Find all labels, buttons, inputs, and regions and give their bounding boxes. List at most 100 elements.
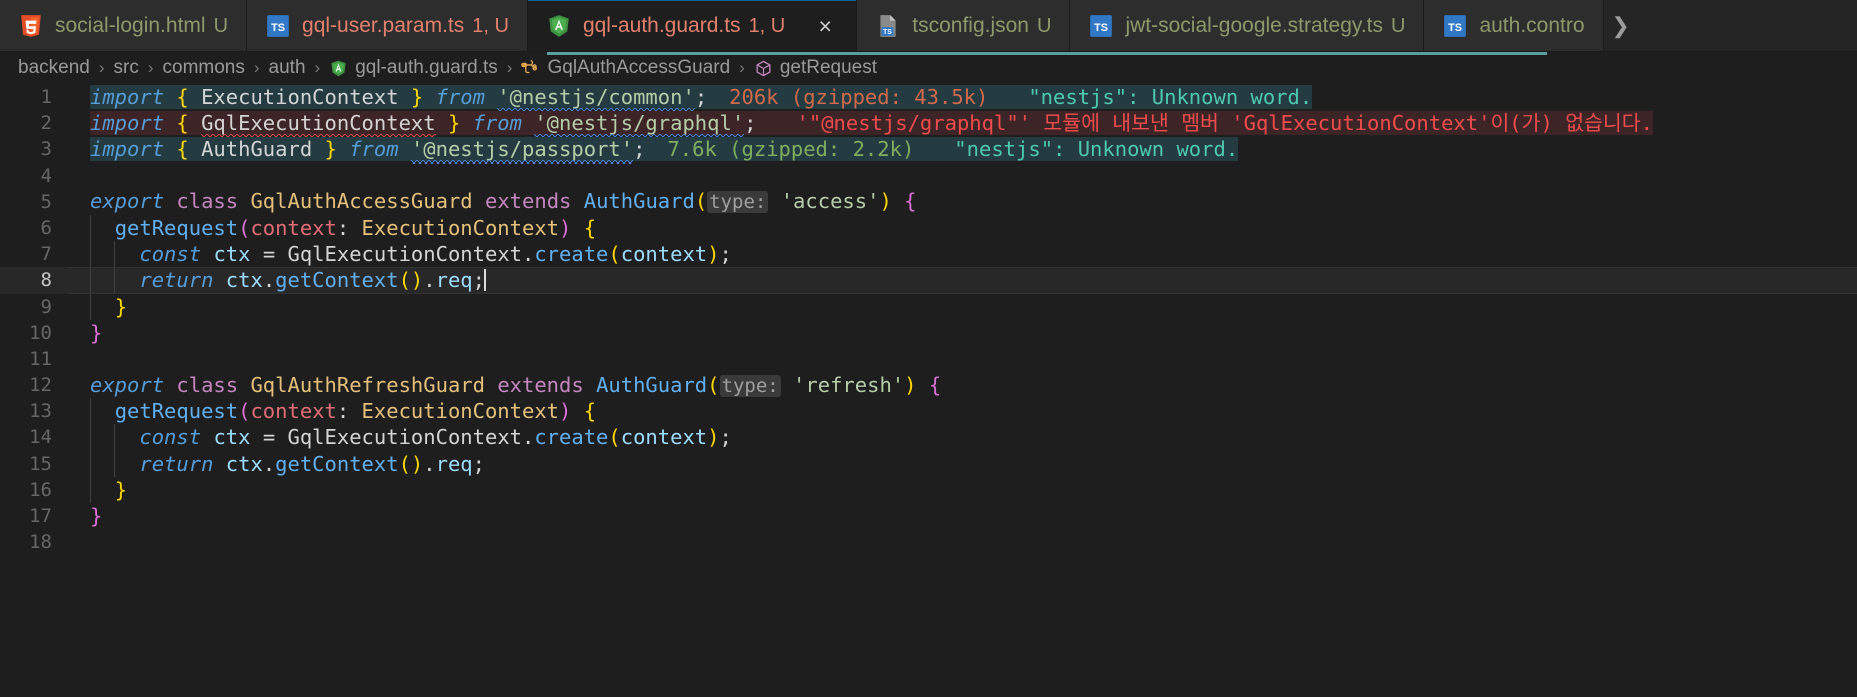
token-class: class (176, 189, 239, 214)
token-paren-open: ( (608, 242, 621, 267)
close-icon[interactable]: × (812, 13, 838, 39)
inlay-hint-bundle-size-line1[interactable]: 206k (gzipped: 43.5k) (729, 85, 988, 109)
tsconfig-icon: TS (880, 15, 896, 37)
token-paren-open: ( (694, 189, 708, 214)
inlay-hint-bundle-size-line3[interactable]: 7.6k (gzipped: 2.2k) (667, 137, 914, 161)
tab-gql-auth-guard-ts[interactable]: gql-auth.guard.ts 1, U × (527, 0, 858, 51)
tab-badge: 1, U (472, 15, 509, 37)
token-extends: extends (497, 372, 584, 397)
code-line-16[interactable]: 16 } (0, 476, 1857, 504)
svg-text:TS: TS (1449, 22, 1463, 34)
token-semicolon: ; (694, 85, 708, 109)
code-line-11[interactable]: 11 (0, 346, 1857, 372)
code-line-3[interactable]: 3 import { AuthGuard } from '@nestjs/pas… (0, 136, 1857, 162)
code-content: return ctx.getContext().req; (68, 267, 1857, 294)
code-content: getRequest(context: ExecutionContext) { (68, 398, 1857, 425)
code-content: import { AuthGuard } from '@nestjs/passp… (68, 136, 1857, 162)
token-const: const (139, 242, 202, 267)
inlay-hint-spellcheck-line1[interactable]: "nestjs": Unknown word. (1028, 85, 1312, 109)
code-line-9[interactable]: 9 } (0, 293, 1857, 320)
tab-badge: U (1391, 15, 1406, 37)
breadcrumb-item-src[interactable]: src (114, 57, 139, 79)
code-line-6[interactable]: 6 getRequest(context: ExecutionContext) … (0, 214, 1857, 242)
token-brace-open: { (583, 215, 597, 240)
typescript-icon: TS (1444, 15, 1467, 37)
chevron-right-icon[interactable]: ❯ (1604, 0, 1638, 51)
breadcrumb-separator: › (147, 58, 154, 77)
code-line-12[interactable]: 12 export class GqlAuthRefreshGuard exte… (0, 372, 1857, 398)
line-number: 8 (40, 269, 52, 292)
inlay-hint-param-type[interactable]: type: (707, 191, 769, 214)
html5-icon (21, 15, 41, 37)
breadcrumb-item-commons[interactable]: commons (163, 57, 245, 79)
token-import: import (90, 111, 165, 136)
code-line-1[interactable]: 1 import { ExecutionContext } from '@nes… (0, 84, 1857, 110)
token-from: from (435, 85, 485, 109)
token-paren-close: ) (559, 399, 572, 424)
angular-icon (331, 60, 346, 76)
code-content: const ctx = GqlExecutionContext.create(c… (68, 424, 1857, 451)
token-colon: : (336, 215, 350, 240)
token-dot: . (522, 425, 535, 450)
code-line-13[interactable]: 13 getRequest(context: ExecutionContext)… (0, 398, 1857, 425)
tab-badge: U (1036, 15, 1052, 37)
line-number: 14 (29, 426, 52, 449)
tab-label: gql-user.param.ts (302, 14, 465, 37)
token-paren-open: ( (608, 425, 621, 450)
tab-social-login-html[interactable]: social-login.html U (0, 0, 248, 51)
breadcrumb-item-file[interactable]: gql-auth.guard.ts (329, 57, 498, 79)
method-icon (756, 60, 771, 76)
inlay-hint-param-type[interactable]: type: (719, 374, 781, 397)
typescript-icon: TS (267, 15, 289, 37)
code-line-7[interactable]: 7 const ctx = GqlExecutionContext.create… (0, 241, 1857, 268)
breadcrumb-item-method[interactable]: getRequest (754, 57, 877, 79)
tab-label: social-login.html (55, 14, 206, 37)
line-number: 16 (29, 478, 52, 501)
token-refresh-string: 'refresh' (793, 372, 905, 397)
code-content: getRequest(context: ExecutionContext) { (68, 214, 1857, 242)
token-paren-close: ) (904, 372, 917, 397)
code-line-8[interactable]: 8 return ctx.getContext().req; (0, 267, 1857, 294)
breadcrumb-separator: › (314, 58, 321, 77)
code-line-5[interactable]: 5 export class GqlAuthAccessGuard extend… (0, 189, 1857, 215)
inlay-hint-error-line2[interactable]: '"@nestjs/graphql"' 모듈에 내보낸 멤버 'GqlExecu… (797, 111, 1653, 135)
breadcrumb-item-class[interactable]: GqlAuthAccessGuard (521, 57, 730, 79)
code-line-4[interactable]: 4 (0, 163, 1857, 189)
token-brace-close: } (410, 85, 424, 109)
tab-auth-controller-ts[interactable]: TS auth.contro (1424, 0, 1604, 51)
token-paren-close: ) (707, 242, 720, 267)
token-paren-open: ( (238, 399, 251, 424)
class-icon (521, 59, 538, 73)
token-dot: . (423, 268, 436, 293)
code-content: const ctx = GqlExecutionContext.create(c… (68, 241, 1857, 268)
breadcrumb-item-backend[interactable]: backend (18, 57, 90, 79)
breadcrumb-item-auth[interactable]: auth (269, 57, 306, 79)
token-paren-open: ( (398, 268, 411, 293)
token-import: import (90, 137, 165, 162)
line-number: 3 (40, 138, 52, 161)
token-brace-open: { (928, 372, 942, 397)
token-brace-close: } (114, 477, 128, 502)
tab-jwt-social-google-strategy-ts[interactable]: TS jwt-social-google.strategy.ts U (1070, 0, 1425, 51)
token-get-request: getRequest (114, 399, 239, 424)
code-line-14[interactable]: 14 const ctx = GqlExecutionContext.creat… (0, 424, 1857, 451)
token-ctx: ctx (213, 242, 251, 267)
code-editor[interactable]: 1 import { ExecutionContext } from '@nes… (0, 84, 1857, 697)
svg-text:TS: TS (271, 22, 285, 34)
code-line-17[interactable]: 17 } (0, 503, 1857, 529)
code-line-2[interactable]: 2 import { GqlExecutionContext } from '@… (0, 110, 1857, 136)
code-line-10[interactable]: 10 } (0, 320, 1857, 346)
tab-tsconfig-json[interactable]: TS tsconfig.json U (857, 0, 1071, 51)
breadcrumb-label: getRequest (779, 57, 878, 78)
code-line-15[interactable]: 15 return ctx.getContext().req; (0, 450, 1857, 477)
code-line-18[interactable]: 18 (0, 529, 1857, 555)
token-req: req (435, 451, 473, 476)
tab-gql-user-param-ts[interactable]: TS gql-user.param.ts 1, U (247, 0, 528, 51)
token-get-request: getRequest (114, 215, 239, 240)
line-number: 6 (40, 216, 52, 239)
token-brace-open: { (583, 399, 597, 424)
token-module-graphql: '@nestjs/graphql' (534, 111, 745, 136)
line-number: 10 (29, 321, 52, 344)
token-module-passport: '@nestjs/passport' (410, 137, 634, 162)
inlay-hint-spellcheck-line3[interactable]: "nestjs": Unknown word. (954, 137, 1238, 161)
